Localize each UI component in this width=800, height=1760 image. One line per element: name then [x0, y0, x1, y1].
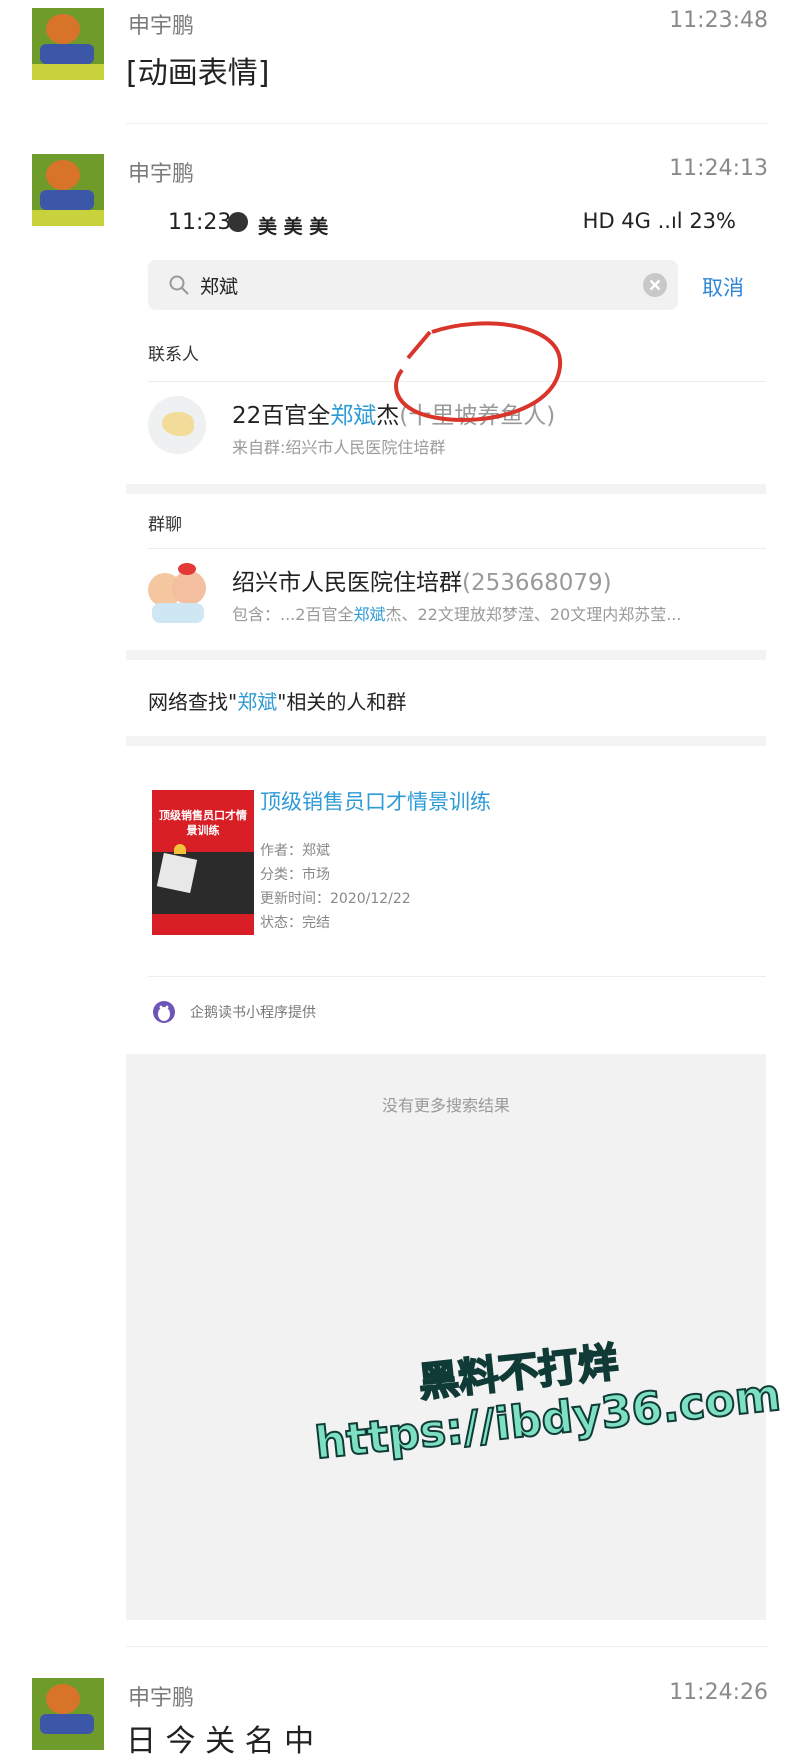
contacts-section-label: 联系人: [148, 345, 199, 365]
section-separator: [126, 650, 766, 660]
group-avatar: [148, 563, 208, 623]
avatar[interactable]: [32, 8, 104, 80]
group-name: 绍兴市人民医院住培群(253668079): [232, 570, 612, 596]
contact-source: 来自群:绍兴市人民医院住培群: [232, 438, 446, 457]
divider: [148, 976, 766, 977]
book-author: 作者：郑斌: [260, 843, 330, 859]
penguin-icon: [153, 1001, 175, 1023]
search-icon: [169, 275, 189, 295]
search-query[interactable]: 郑斌: [200, 272, 238, 299]
book-status: 状态：完结: [260, 915, 330, 931]
groups-section-label: 群聊: [148, 515, 182, 535]
status-clock: 11:23: [168, 210, 232, 235]
search-bar[interactable]: 郑斌: [148, 260, 678, 310]
sender-name: 申宇鹏: [128, 14, 195, 39]
message-text[interactable]: 日 今 关 名 中: [126, 1716, 314, 1760]
status-right: HD 4G ..ıl 23%: [582, 209, 736, 233]
no-more-results: 没有更多搜索结果: [381, 1096, 510, 1115]
web-search-link[interactable]: 网络查找"郑斌"相关的人和群: [148, 686, 406, 715]
avatar[interactable]: [32, 1678, 104, 1750]
message-time: 11:23:48: [669, 8, 768, 33]
book-cover[interactable]: 顶级销售员口才情景训练: [152, 790, 254, 935]
clear-icon[interactable]: [642, 272, 668, 298]
sender-name: 申宇鹏: [128, 1686, 195, 1711]
message-time: 11:24:26: [669, 1680, 768, 1705]
book-category: 分类：市场: [260, 867, 330, 883]
red-circle-annotation: [394, 321, 563, 422]
cancel-button[interactable]: 取消: [702, 272, 744, 302]
message-time: 11:24:13: [669, 156, 768, 181]
section-separator: [126, 736, 766, 746]
results-footer-area: 没有更多搜索结果: [126, 1054, 766, 1620]
app-badge-icon: [228, 212, 248, 232]
group-members-preview: 包含：...2百官全郑斌杰、22文理放郑梦滢、20文理内郑苏莹...: [232, 605, 682, 624]
sender-name: 申宇鹏: [128, 162, 195, 187]
group-result-row[interactable]: 绍兴市人民医院住培群(253668079) 包含：...2百官全郑斌杰、22文理…: [126, 549, 766, 639]
book-title[interactable]: 顶级销售员口才情景训练: [260, 786, 491, 816]
book-cover-title: 顶级销售员口才情景训练: [159, 809, 247, 837]
message-divider: [126, 1646, 768, 1647]
section-separator: [126, 484, 766, 494]
provider-label: 企鹅读书小程序提供: [190, 1005, 316, 1021]
avatar[interactable]: [32, 154, 104, 226]
message-text[interactable]: [动画表情]: [126, 48, 269, 92]
status-notifications: 美 美 美: [258, 216, 329, 238]
phone-status-bar: 11:23 美 美 美 HD 4G ..ıl 23%: [126, 192, 766, 250]
book-updated: 更新时间：2020/12/22: [260, 891, 411, 907]
contact-avatar: [148, 396, 206, 454]
message-divider: [126, 123, 768, 124]
